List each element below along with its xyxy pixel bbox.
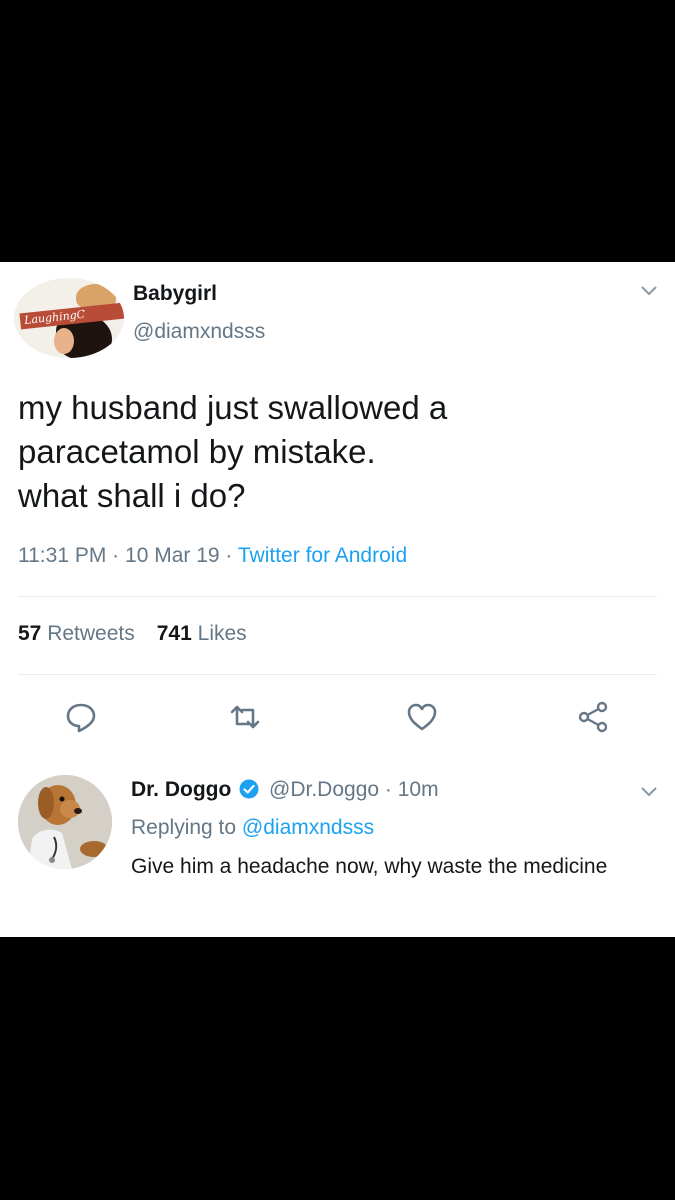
- tweet-meta: 11:31 PM · 10 Mar 19 · Twitter for Andro…: [18, 544, 407, 568]
- retweets-stat[interactable]: 57 Retweets: [18, 622, 135, 645]
- verified-badge-icon: [239, 779, 259, 799]
- likes-label: Likes: [197, 622, 247, 645]
- avatar-face: [54, 328, 74, 354]
- author-avatar[interactable]: LaughingC: [14, 278, 124, 358]
- replying-to-label: Replying to: [131, 816, 237, 839]
- tweet-text: my husband just swallowed a paracetamol …: [18, 386, 638, 518]
- doctor-dog-image: [18, 775, 112, 869]
- likes-stat[interactable]: 741 Likes: [157, 622, 247, 645]
- author-handle[interactable]: @diamxndsss: [133, 320, 265, 344]
- divider: [18, 596, 657, 597]
- likes-count: 741: [156, 622, 192, 645]
- reply-separator: ·: [384, 778, 392, 801]
- replying-to: Replying to @diamxndsss: [131, 816, 374, 840]
- author-name[interactable]: Babygirl: [133, 282, 217, 306]
- reply-icon[interactable]: [64, 700, 98, 734]
- tweet-date[interactable]: 10 Mar 19: [125, 544, 220, 567]
- share-icon[interactable]: [576, 700, 610, 734]
- replying-to-handle[interactable]: @diamxndsss: [242, 816, 374, 839]
- reply-text: Give him a headache now, why waste the m…: [131, 855, 608, 878]
- tweet-text-line: what shall i do?: [18, 477, 246, 514]
- reply-time[interactable]: 10m: [398, 778, 439, 801]
- reply-author-handle[interactable]: @Dr.Doggo: [269, 778, 379, 801]
- retweets-count: 57: [18, 622, 42, 645]
- retweet-icon[interactable]: [228, 700, 262, 734]
- retweets-label: Retweets: [47, 622, 135, 645]
- reply-author-name[interactable]: Dr. Doggo: [131, 778, 231, 801]
- tweet-text-line: paracetamol by mistake.: [18, 433, 376, 470]
- divider: [18, 674, 657, 675]
- meta-separator: ·: [225, 544, 233, 567]
- tweet-text-line: my husband just swallowed a: [18, 389, 448, 426]
- reply-author-avatar[interactable]: [18, 775, 112, 869]
- reply-header: Dr. Doggo @Dr.Doggo · 10m: [131, 778, 439, 802]
- tweet-time[interactable]: 11:31 PM: [18, 544, 106, 567]
- like-icon[interactable]: [405, 700, 439, 734]
- chevron-down-icon[interactable]: [640, 786, 658, 798]
- chevron-down-icon[interactable]: [640, 285, 658, 297]
- meta-separator: ·: [112, 544, 120, 567]
- tweet-stats: 57 Retweets 741 Likes: [18, 622, 247, 646]
- tweet-source-link[interactable]: Twitter for Android: [238, 544, 407, 567]
